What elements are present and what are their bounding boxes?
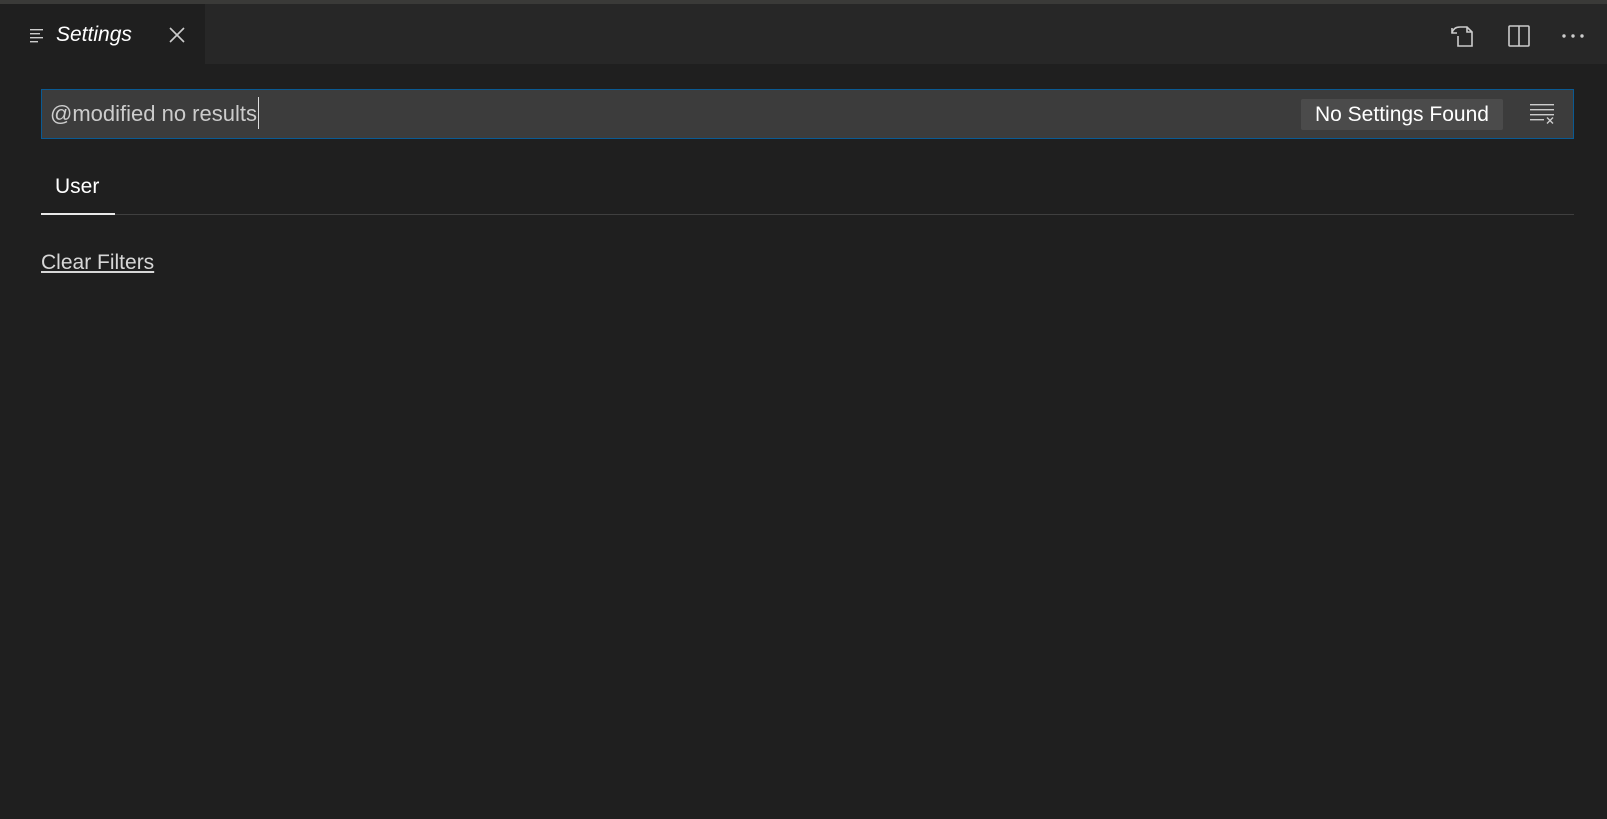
editor-tab-bar: Settings xyxy=(0,4,1607,64)
active-tab-indicator xyxy=(41,213,115,215)
tab-user[interactable]: User xyxy=(41,164,115,215)
search-input[interactable]: @modified no results xyxy=(50,90,1250,138)
result-count-badge: No Settings Found xyxy=(1301,99,1503,130)
list-lines-icon xyxy=(30,27,46,43)
settings-scope-tabs: User xyxy=(41,164,1574,215)
split-editor-icon[interactable] xyxy=(1505,22,1533,50)
settings-search-box[interactable]: @modified no results No Settings Found xyxy=(41,89,1574,139)
tab-title: Settings xyxy=(56,23,132,46)
open-settings-json-icon[interactable] xyxy=(1449,22,1477,50)
text-caret xyxy=(257,97,259,130)
clear-filter-icon[interactable] xyxy=(1528,101,1556,129)
tab-user-label: User xyxy=(55,175,100,198)
search-input-value: @modified no results xyxy=(50,101,257,126)
close-icon[interactable] xyxy=(168,26,186,44)
tab-settings[interactable]: Settings xyxy=(0,4,205,64)
more-actions-icon[interactable] xyxy=(1559,22,1587,50)
clear-filters-link[interactable]: Clear Filters xyxy=(41,250,154,276)
